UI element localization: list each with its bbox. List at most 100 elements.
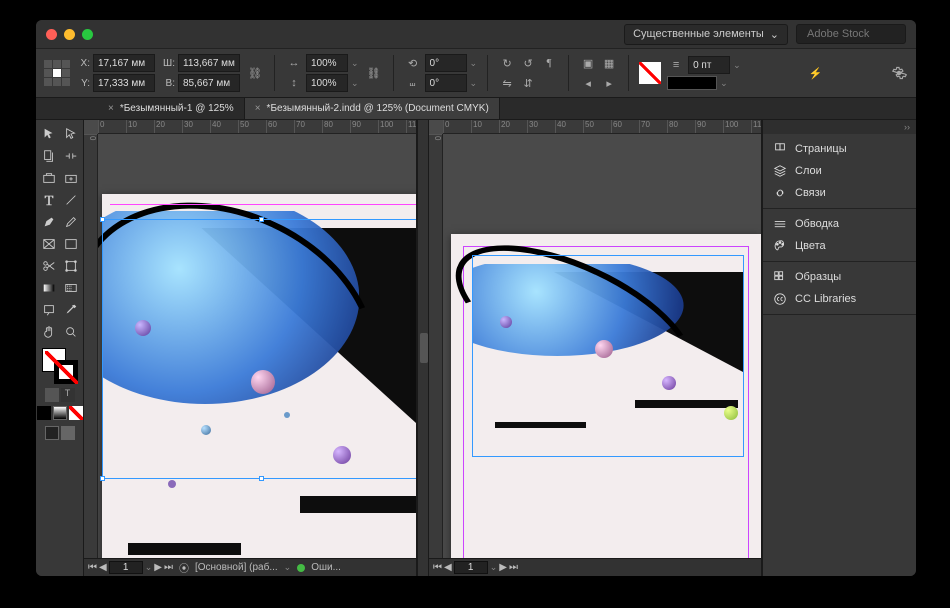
fill-stroke-proxy[interactable] (42, 348, 78, 384)
h-input[interactable] (178, 74, 240, 92)
gap-tool[interactable] (61, 146, 81, 166)
free-transform-tool[interactable] (61, 256, 81, 276)
canvas-pane-right[interactable]: 0102030405060708090100110 01020304050607… (429, 120, 762, 576)
rectangle-frame-tool[interactable] (39, 234, 59, 254)
close-tab-icon[interactable]: × (255, 103, 261, 114)
minimize-button[interactable] (64, 29, 75, 40)
chevron-down-icon[interactable]: ⌄ (351, 78, 359, 89)
select-next-icon[interactable]: ▸ (600, 74, 618, 92)
chevron-down-icon[interactable]: ⌄ (733, 60, 741, 71)
workspace-selector[interactable]: Существенные элементы ⌄ (624, 24, 788, 45)
panel-layers[interactable]: Слои (763, 160, 916, 182)
prev-page-icon[interactable]: ◀ (444, 562, 452, 573)
adobe-stock-search[interactable]: Adobe Stock (796, 24, 906, 44)
next-page-icon[interactable]: ▶ (154, 562, 162, 573)
x-input[interactable] (93, 54, 155, 72)
chevron-down-icon[interactable]: ⌄ (720, 78, 728, 89)
last-page-icon[interactable]: ⏭ (509, 562, 518, 573)
panel-stroke[interactable]: Обводка (763, 213, 916, 235)
last-page-icon[interactable]: ⏭ (164, 562, 173, 573)
page-input[interactable] (109, 561, 143, 574)
constrain-wh-icon[interactable]: ⛓ (246, 64, 264, 82)
paragraph-icon[interactable]: ¶ (540, 54, 558, 72)
prev-page-icon[interactable]: ◀ (99, 562, 107, 573)
pane-divider[interactable] (417, 120, 429, 576)
document-tab[interactable]: × *Безымянный-1 @ 125% (98, 98, 245, 119)
eyedropper-tool[interactable] (61, 300, 81, 320)
page-input[interactable] (454, 561, 488, 574)
zoom-tool[interactable] (61, 322, 81, 342)
rotate-input[interactable] (425, 54, 467, 72)
chevron-down-icon[interactable]: ⌄ (470, 78, 478, 89)
preflight-status-icon[interactable] (297, 564, 305, 572)
stroke-weight-input[interactable] (688, 56, 730, 74)
rectangle-tool[interactable] (61, 234, 81, 254)
reference-point-grid[interactable] (44, 60, 70, 86)
select-container-icon[interactable]: ▣ (579, 54, 597, 72)
select-prev-icon[interactable]: ◂ (579, 74, 597, 92)
close-tab-icon[interactable]: × (108, 103, 114, 114)
direct-selection-tool[interactable] (61, 124, 81, 144)
flip-h-icon[interactable]: ⇋ (498, 74, 516, 92)
first-page-icon[interactable]: ⏮ (88, 562, 97, 573)
view-mode-normal-icon[interactable] (45, 426, 59, 440)
close-button[interactable] (46, 29, 57, 40)
gradient-swatch-tool[interactable] (39, 278, 59, 298)
pen-tool[interactable] (39, 212, 59, 232)
chevron-down-icon[interactable]: ⌄ (284, 562, 292, 573)
stroke-style-dropdown[interactable] (667, 76, 717, 90)
chevron-down-icon[interactable]: ⌄ (145, 562, 153, 573)
apply-color-icon[interactable] (37, 406, 51, 420)
pencil-tool[interactable] (61, 212, 81, 232)
master-indicator[interactable]: [Основной] (раб... (195, 562, 278, 573)
scale-x-input[interactable] (306, 54, 348, 72)
preflight-text[interactable]: Оши... (311, 562, 341, 573)
scale-y-input[interactable] (306, 74, 348, 92)
apply-none-icon[interactable] (69, 406, 83, 420)
rotate-cw-icon[interactable]: ↻ (498, 54, 516, 72)
formatting-text-icon[interactable]: T (61, 388, 75, 402)
pages-icon (773, 142, 787, 156)
apply-gradient-icon[interactable] (53, 406, 67, 420)
panel-pages[interactable]: Страницы (763, 138, 916, 160)
chevron-down-icon[interactable]: ⌄ (490, 562, 498, 573)
page-tool[interactable] (39, 146, 59, 166)
content-placer-tool[interactable] (61, 168, 81, 188)
content-collector-tool[interactable] (39, 168, 59, 188)
stroke-swatch[interactable] (639, 62, 661, 84)
canvas-pane-left[interactable]: 0102030405060708090100110 01020304050607… (84, 120, 417, 576)
next-page-icon[interactable]: ▶ (499, 562, 507, 573)
pasteboard[interactable] (98, 134, 416, 558)
shear-input[interactable] (425, 74, 467, 92)
gradient-feather-tool[interactable] (61, 278, 81, 298)
open-nav-icon[interactable]: ⦿ (179, 560, 189, 575)
y-input[interactable] (93, 74, 155, 92)
view-mode-preview-icon[interactable] (61, 426, 75, 440)
chevron-down-icon[interactable]: ⌄ (351, 58, 359, 69)
pasteboard[interactable] (443, 134, 761, 558)
document-tab[interactable]: × *Безымянный-2.indd @ 125% (Document CM… (245, 98, 500, 119)
formatting-container-icon[interactable] (45, 388, 59, 402)
selection-tool[interactable] (39, 124, 59, 144)
hand-tool[interactable] (39, 322, 59, 342)
type-tool[interactable] (39, 190, 59, 210)
quick-apply-icon[interactable]: ⚡ (806, 64, 824, 82)
panel-cc-libraries[interactable]: CC Libraries (763, 288, 916, 310)
scissors-tool[interactable] (39, 256, 59, 276)
constrain-scale-icon[interactable]: ⛓ (365, 64, 383, 82)
settings-icon[interactable] (890, 64, 908, 82)
panel-links[interactable]: Связи (763, 182, 916, 204)
panel-swatches[interactable]: Образцы (763, 266, 916, 288)
chevron-down-icon[interactable]: ⌄ (470, 58, 478, 69)
flip-v-icon[interactable]: ⇵ (519, 74, 537, 92)
stroke-proxy[interactable] (54, 360, 78, 384)
select-content-icon[interactable]: ▦ (600, 54, 618, 72)
first-page-icon[interactable]: ⏮ (433, 562, 442, 573)
w-input[interactable] (178, 54, 240, 72)
note-tool[interactable] (39, 300, 59, 320)
panel-color[interactable]: Цвета (763, 235, 916, 257)
maximize-button[interactable] (82, 29, 93, 40)
line-tool[interactable] (61, 190, 81, 210)
rotate-ccw-icon[interactable]: ↺ (519, 54, 537, 72)
panel-collapse-bar[interactable]: ›› (763, 120, 916, 134)
